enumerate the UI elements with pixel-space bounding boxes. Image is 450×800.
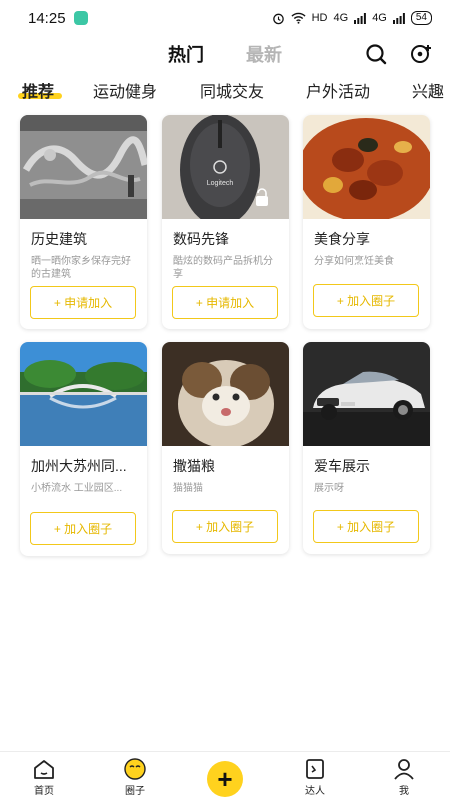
nav-talent[interactable]: 达人: [285, 758, 345, 797]
nav-circle[interactable]: 圈子: [105, 758, 165, 797]
status-right: HD 4G 4G 54: [272, 11, 432, 25]
top-header: 热门 最新: [0, 36, 450, 72]
svg-text:Logitech: Logitech: [207, 180, 234, 187]
network-type: HD: [311, 12, 328, 24]
category-tabs: 推荐 运动健身 同城交友 户外活动 兴趣: [0, 74, 450, 106]
card-image-garden-bridge: [20, 342, 147, 446]
category-tab-recommend[interactable]: 推荐: [22, 78, 54, 102]
tab-hot[interactable]: 热门: [168, 41, 204, 67]
user-icon: [394, 759, 414, 780]
card-title: 爱车展示: [314, 458, 370, 474]
circle-card-digital[interactable]: Logitech 数码先锋 酷炫的数码产品拆机分享 + 申请加入: [162, 115, 289, 329]
status-time: 14:25: [28, 9, 66, 27]
nav-circle-label: 圈子: [125, 786, 145, 797]
card-description: 分享如何烹饪美食: [314, 256, 394, 267]
category-tab-interest[interactable]: 兴趣: [412, 78, 444, 102]
join-circle-button[interactable]: + 加入圈子: [30, 512, 136, 545]
nav-home-label: 首页: [34, 786, 54, 797]
category-tab-outdoor[interactable]: 户外活动: [306, 78, 370, 102]
nav-talent-label: 达人: [305, 786, 325, 797]
smiley-circle-icon: [124, 758, 146, 780]
nav-add-button[interactable]: +: [207, 761, 243, 797]
wifi-icon: [291, 12, 306, 24]
card-description: 小桥流水 工业园区...: [31, 483, 123, 494]
card-image-sports-car: [303, 342, 430, 446]
signal-label-1: 4G: [333, 12, 349, 24]
card-description: 晒一晒你家乡保存完好的古建筑: [31, 256, 131, 280]
category-tab-local[interactable]: 同城交友: [200, 78, 264, 102]
card-image-braised-meat: [303, 115, 430, 219]
card-description: 展示呀: [314, 483, 344, 494]
circle-card-cat[interactable]: 撒猫粮 猫猫猫 + 加入圈子: [162, 342, 289, 554]
card-image-fluffy-cat: [162, 342, 289, 446]
card-image-carved-dragon: [20, 115, 147, 219]
signal-icon-1: [354, 12, 367, 24]
apply-join-button[interactable]: + 申请加入: [30, 286, 136, 319]
card-title: 美食分享: [314, 231, 370, 247]
card-description: 猫猫猫: [173, 483, 203, 494]
circle-card-car[interactable]: 爱车展示 展示呀 + 加入圈子: [303, 342, 430, 554]
nav-me-label: 我: [399, 786, 409, 797]
circle-card-history[interactable]: 历史建筑 晒一晒你家乡保存完好的古建筑 + 申请加入: [20, 115, 147, 329]
card-description: 酷炫的数码产品拆机分享: [173, 256, 273, 280]
nav-me[interactable]: 我: [374, 758, 434, 797]
circle-card-suzhou[interactable]: 加州大苏州同... 小桥流水 工业园区... + 加入圈子: [20, 342, 147, 556]
plus-icon: +: [217, 764, 233, 794]
talent-icon: [306, 759, 324, 779]
join-circle-button[interactable]: + 加入圈子: [313, 284, 419, 317]
apply-join-button[interactable]: + 申请加入: [172, 286, 278, 319]
card-title: 加州大苏州同...: [31, 458, 127, 474]
category-tab-fitness[interactable]: 运动健身: [93, 78, 157, 102]
alarm-icon: [272, 13, 284, 24]
card-title: 撒猫粮: [173, 458, 215, 474]
app-notification-icon: [73, 11, 88, 25]
nav-home[interactable]: 首页: [14, 758, 74, 797]
signal-label-2: 4G: [372, 12, 387, 24]
signal-icon-2: [392, 12, 405, 24]
battery-icon: 54: [410, 11, 432, 25]
circle-card-food[interactable]: 美食分享 分享如何烹饪美食 + 加入圈子: [303, 115, 430, 329]
tab-new[interactable]: 最新: [246, 41, 282, 67]
add-circle-icon[interactable]: [409, 42, 433, 66]
home-icon: [34, 760, 54, 779]
search-icon[interactable]: [364, 42, 388, 66]
status-bar: 14:25 HD 4G 4G 54: [0, 0, 450, 36]
bottom-nav: 首页 圈子 + 达人 我: [0, 751, 450, 800]
card-image-logitech-mouse: Logitech: [162, 115, 289, 219]
card-title: 历史建筑: [31, 231, 87, 247]
card-title: 数码先锋: [173, 231, 229, 247]
join-circle-button[interactable]: + 加入圈子: [313, 510, 419, 543]
join-circle-button[interactable]: + 加入圈子: [172, 510, 278, 543]
